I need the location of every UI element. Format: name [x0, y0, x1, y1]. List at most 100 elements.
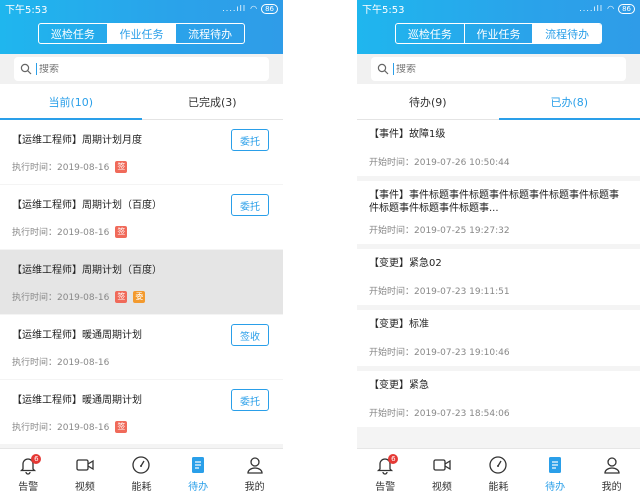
task-type-segmented-control: 巡检任务 作业任务 流程待办	[395, 23, 602, 44]
list-item[interactable]: 【变更】标准 开始时间：2019-07-23 19:10:46	[357, 310, 640, 366]
list-item[interactable]: 【运维工程师】暖通周期计划 执行时间：2019-08-16 签 委托	[0, 380, 283, 444]
list-item[interactable]: 【运维工程师】周期计划（百度） 执行时间：2019-08-16 签 委	[0, 250, 283, 314]
list-item[interactable]: 【运维工程师】暖通周期计划 执行时间：2019-08-16 签收	[0, 315, 283, 379]
list-item[interactable]: 【变更】紧急 开始时间：2019-07-23 18:54:06	[357, 371, 640, 427]
nav-todo[interactable]: 待办	[527, 449, 584, 499]
sign-badge: 签	[115, 420, 128, 433]
nav-label: 视频	[74, 482, 95, 493]
nav-label: 我的	[244, 482, 265, 493]
text-caret	[36, 63, 37, 75]
status-time: 下午5:53	[362, 5, 405, 16]
tab-pending[interactable]: 待办(9)	[357, 84, 499, 119]
nav-alarm[interactable]: 6 告警	[0, 449, 57, 499]
search-box	[371, 57, 626, 81]
nav-alarm[interactable]: 6 告警	[357, 449, 414, 499]
status-time: 下午5:53	[5, 5, 48, 16]
sign-badge: 签	[115, 225, 128, 238]
video-camera-icon	[76, 459, 94, 471]
task-type-segmented-control: 巡检任务 作业任务 流程待办	[38, 23, 245, 44]
user-icon	[604, 457, 620, 474]
segment-work-task[interactable]: 作业任务	[107, 24, 177, 43]
list-item[interactable]: 【运维工程师】周期计划月度 执行时间：2019-08-16 签 委托	[0, 120, 283, 184]
item-title: 【变更】紧急	[369, 380, 429, 391]
segment-process-todo[interactable]: 流程待办	[176, 24, 244, 43]
nav-video[interactable]: 视频	[57, 449, 114, 499]
segment-process-todo[interactable]: 流程待办	[533, 24, 601, 43]
item-time: 开始时间：2019-07-23 19:10:46	[369, 348, 510, 358]
left-phone-screen: 下午5:53 ....ıll ◠ 86 巡检任务 作业任务 流程待办 当前(	[0, 0, 283, 499]
text-caret	[393, 63, 394, 75]
task-list: 【运维工程师】周期计划月度 执行时间：2019-08-16 签 委托 【运维工程…	[0, 120, 283, 448]
item-time: 执行时间：2019-08-16	[12, 293, 110, 303]
delegate-button[interactable]: 委托	[231, 194, 269, 216]
document-icon	[192, 457, 205, 473]
sign-for-button[interactable]: 签收	[231, 324, 269, 346]
nav-video[interactable]: 视频	[414, 449, 471, 499]
nav-label: 我的	[601, 482, 622, 493]
item-time: 执行时间：2019-08-16	[12, 228, 110, 238]
battery-icon: 86	[618, 3, 635, 14]
tab-done[interactable]: 已办(8)	[498, 84, 640, 120]
item-title: 【运维工程师】周期计划（百度）	[12, 200, 162, 211]
nav-label: 告警	[375, 482, 396, 493]
bottom-navigation: 6 告警 视频 能耗 待办 我的	[0, 448, 283, 499]
item-title: 【变更】标准	[369, 319, 429, 330]
item-time: 执行时间：2019-08-16	[12, 163, 110, 173]
delegate-button[interactable]: 委托	[231, 129, 269, 151]
item-title: 【运维工程师】暖通周期计划	[12, 395, 142, 406]
wifi-icon: ◠	[250, 4, 258, 13]
list-item[interactable]: 【变更】紧急02 开始时间：2019-07-23 19:11:51	[357, 249, 640, 305]
nav-label: 视频	[431, 482, 452, 493]
document-icon	[549, 457, 562, 473]
search-input[interactable]	[396, 63, 596, 75]
nav-label: 能耗	[488, 482, 509, 493]
nav-label: 待办	[188, 482, 209, 493]
nav-energy[interactable]: 能耗	[113, 449, 170, 499]
nav-todo[interactable]: 待办	[170, 449, 227, 499]
search-box	[14, 57, 269, 81]
segment-work-task[interactable]: 作业任务	[465, 24, 534, 43]
list-item[interactable]: 【运维工程师】周期计划（百度） 执行时间：2019-08-16 签 委托	[0, 185, 283, 249]
segment-patrol-task[interactable]: 巡检任务	[396, 24, 465, 43]
delegate-badge: 委	[133, 290, 146, 303]
search-bar-container	[357, 54, 640, 84]
alarm-count-badge: 6	[388, 454, 399, 464]
gauge-icon	[132, 456, 151, 474]
status-bar: 下午5:53 ....ıll ◠ 86	[0, 0, 283, 17]
item-time: 开始时间：2019-07-26 10:50:44	[369, 158, 510, 168]
nav-energy[interactable]: 能耗	[470, 449, 527, 499]
header: 下午5:53 ....ıll ◠ 86 巡检任务 作业任务 流程待办	[0, 0, 283, 54]
item-title: 【运维工程师】周期计划月度	[12, 135, 142, 146]
status-bar: 下午5:53 ....ıll ◠ 86	[357, 0, 640, 17]
tab-current[interactable]: 当前(10)	[0, 84, 142, 120]
screenshot-stage: 下午5:53 ....ıll ◠ 86 巡检任务 作业任务 流程待办 当前(	[0, 0, 640, 499]
item-time: 开始时间：2019-07-25 19:27:32	[369, 226, 510, 236]
nav-mine[interactable]: 我的	[583, 449, 640, 499]
search-bar-container	[0, 54, 283, 84]
battery-icon: 86	[261, 3, 278, 14]
search-input[interactable]	[39, 63, 239, 75]
nav-mine[interactable]: 我的	[226, 449, 283, 499]
item-time: 开始时间：2019-07-23 18:54:06	[369, 409, 510, 419]
item-time: 执行时间：2019-08-16	[12, 358, 110, 368]
tab-completed[interactable]: 已完成(3)	[142, 84, 284, 119]
list-item[interactable]: 【事件】故障1级 开始时间：2019-07-26 10:50:44	[357, 120, 640, 176]
item-title: 【变更】紧急02	[369, 258, 442, 269]
list-item[interactable]: 【事件】事件标题事件标题事件标题事件标题事件标题事件标题事件标题事件标题事...…	[357, 181, 640, 244]
header: 下午5:53 ....ıll ◠ 86 巡检任务 作业任务 流程待办	[357, 0, 640, 54]
status-tabs: 当前(10) 已完成(3)	[0, 84, 283, 120]
nav-label: 能耗	[131, 482, 152, 493]
right-phone-screen: 下午5:53 ....ıll ◠ 86 巡检任务 作业任务 流程待办 待办(	[357, 0, 640, 499]
nav-label: 待办	[545, 482, 566, 493]
signal-icon: ....ıll	[222, 4, 247, 13]
signal-icon: ....ıll	[579, 4, 604, 13]
gauge-icon	[489, 456, 508, 474]
video-camera-icon	[433, 459, 451, 471]
wifi-icon: ◠	[607, 4, 615, 13]
search-icon	[377, 63, 389, 75]
nav-label: 告警	[18, 482, 39, 493]
item-title: 【运维工程师】暖通周期计划	[12, 330, 142, 341]
delegate-button[interactable]: 委托	[231, 389, 269, 411]
segment-patrol-task[interactable]: 巡检任务	[39, 24, 108, 43]
item-title: 【事件】事件标题事件标题事件标题事件标题事件标题事件标题事件标题事件标题事...	[369, 190, 619, 214]
